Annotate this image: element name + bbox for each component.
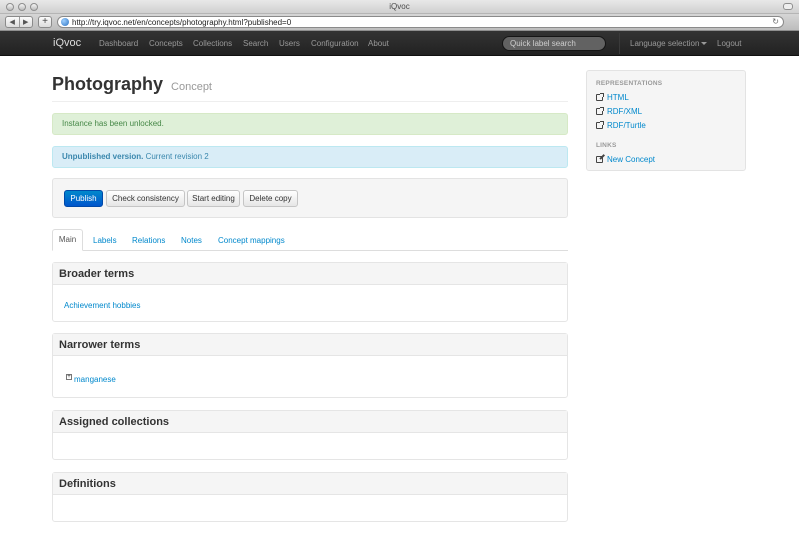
narrower-terms-panel: Narrower terms + manganese (52, 333, 568, 398)
links-header: LINKS (596, 142, 617, 149)
globe-icon (61, 18, 69, 26)
definitions-panel: Definitions (52, 472, 568, 522)
title-divider (52, 101, 568, 102)
add-bookmark-icon[interactable]: + (38, 16, 52, 28)
browser-toolbar: ◀ ▶ + http://try.iqvoc.net/en/concepts/p… (0, 14, 799, 31)
concept-tabs: Main Labels Relations Notes Concept mapp… (52, 229, 568, 251)
external-link-icon (596, 107, 604, 115)
tab-relations[interactable]: Relations (132, 236, 165, 245)
tab-main[interactable]: Main (52, 229, 83, 251)
quick-label-search-input[interactable] (502, 36, 606, 51)
edit-icon (596, 156, 603, 163)
broader-terms-panel: Broader terms Achievement hobbies (52, 262, 568, 322)
sidebar: REPRESENTATIONS HTML RDF/XML RDF/Turtle … (586, 70, 746, 171)
tab-concept-mappings[interactable]: Concept mappings (218, 236, 285, 245)
brand-logo[interactable]: iQvoc (53, 37, 81, 49)
actions-well: Publish Check consistency Start editing … (52, 178, 568, 218)
expand-toggle-icon[interactable]: + (66, 374, 72, 380)
concept-subtitle: Concept (171, 81, 212, 93)
representation-rdfxml-link[interactable]: RDF/XML (596, 107, 642, 116)
nav-users[interactable]: Users (279, 39, 300, 48)
window-title: iQvoc (389, 2, 410, 11)
start-editing-button[interactable]: Start editing (187, 190, 240, 207)
delete-copy-button[interactable]: Delete copy (243, 190, 298, 207)
assigned-collections-panel: Assigned collections (52, 410, 568, 460)
back-icon[interactable]: ◀ (6, 17, 19, 27)
unpublished-label: Unpublished version. (62, 152, 144, 161)
success-alert: Instance has been unlocked. (52, 113, 568, 135)
external-link-icon (596, 93, 604, 101)
language-selection-label: Language selection (630, 39, 700, 48)
new-concept-link[interactable]: New Concept (596, 155, 655, 164)
external-link-icon (596, 121, 604, 129)
nav-about[interactable]: About (368, 39, 389, 48)
publish-button[interactable]: Publish (64, 190, 103, 207)
caret-down-icon (701, 42, 708, 45)
toolbar-toggle-icon[interactable] (783, 3, 793, 10)
tab-notes[interactable]: Notes (181, 236, 202, 245)
language-selection-dropdown[interactable]: Language selection (630, 39, 708, 48)
window-titlebar: iQvoc (0, 0, 799, 14)
nav-concepts[interactable]: Concepts (149, 39, 183, 48)
nav-collections[interactable]: Collections (193, 39, 232, 48)
forward-icon[interactable]: ▶ (18, 17, 33, 27)
broader-term-link[interactable]: Achievement hobbies (64, 301, 141, 310)
page-title: Photography Concept (52, 74, 212, 95)
representation-html-label: HTML (607, 93, 629, 102)
history-buttons: ◀ ▶ (5, 16, 33, 28)
narrower-term-link[interactable]: manganese (74, 375, 116, 384)
broader-terms-heading: Broader terms (53, 263, 567, 285)
nav-configuration[interactable]: Configuration (311, 39, 359, 48)
nav-dashboard[interactable]: Dashboard (99, 39, 138, 48)
reload-icon[interactable]: ↻ (772, 17, 779, 27)
representation-rdfturtle-link[interactable]: RDF/Turtle (596, 121, 646, 130)
definitions-heading: Definitions (53, 473, 567, 495)
representation-html-link[interactable]: HTML (596, 93, 629, 102)
nav-search[interactable]: Search (243, 39, 268, 48)
address-url[interactable]: http://try.iqvoc.net/en/concepts/photogr… (72, 18, 291, 27)
representation-rdfturtle-label: RDF/Turtle (607, 121, 646, 130)
check-consistency-button[interactable]: Check consistency (106, 190, 185, 207)
new-concept-label: New Concept (607, 155, 656, 164)
navbar-divider (619, 33, 620, 54)
revision-text: Current revision 2 (145, 152, 209, 161)
narrower-terms-heading: Narrower terms (53, 334, 567, 356)
address-bar[interactable]: http://try.iqvoc.net/en/concepts/photogr… (57, 16, 784, 28)
app-navbar: iQvoc Dashboard Concepts Collections Sea… (0, 31, 799, 56)
concept-title: Photography (52, 74, 163, 94)
info-alert: Unpublished version. Current revision 2 (52, 146, 568, 168)
tab-labels[interactable]: Labels (93, 236, 117, 245)
representations-header: REPRESENTATIONS (596, 80, 663, 87)
representation-rdfxml-label: RDF/XML (607, 107, 643, 116)
assigned-collections-heading: Assigned collections (53, 411, 567, 433)
logout-link[interactable]: Logout (717, 39, 741, 48)
